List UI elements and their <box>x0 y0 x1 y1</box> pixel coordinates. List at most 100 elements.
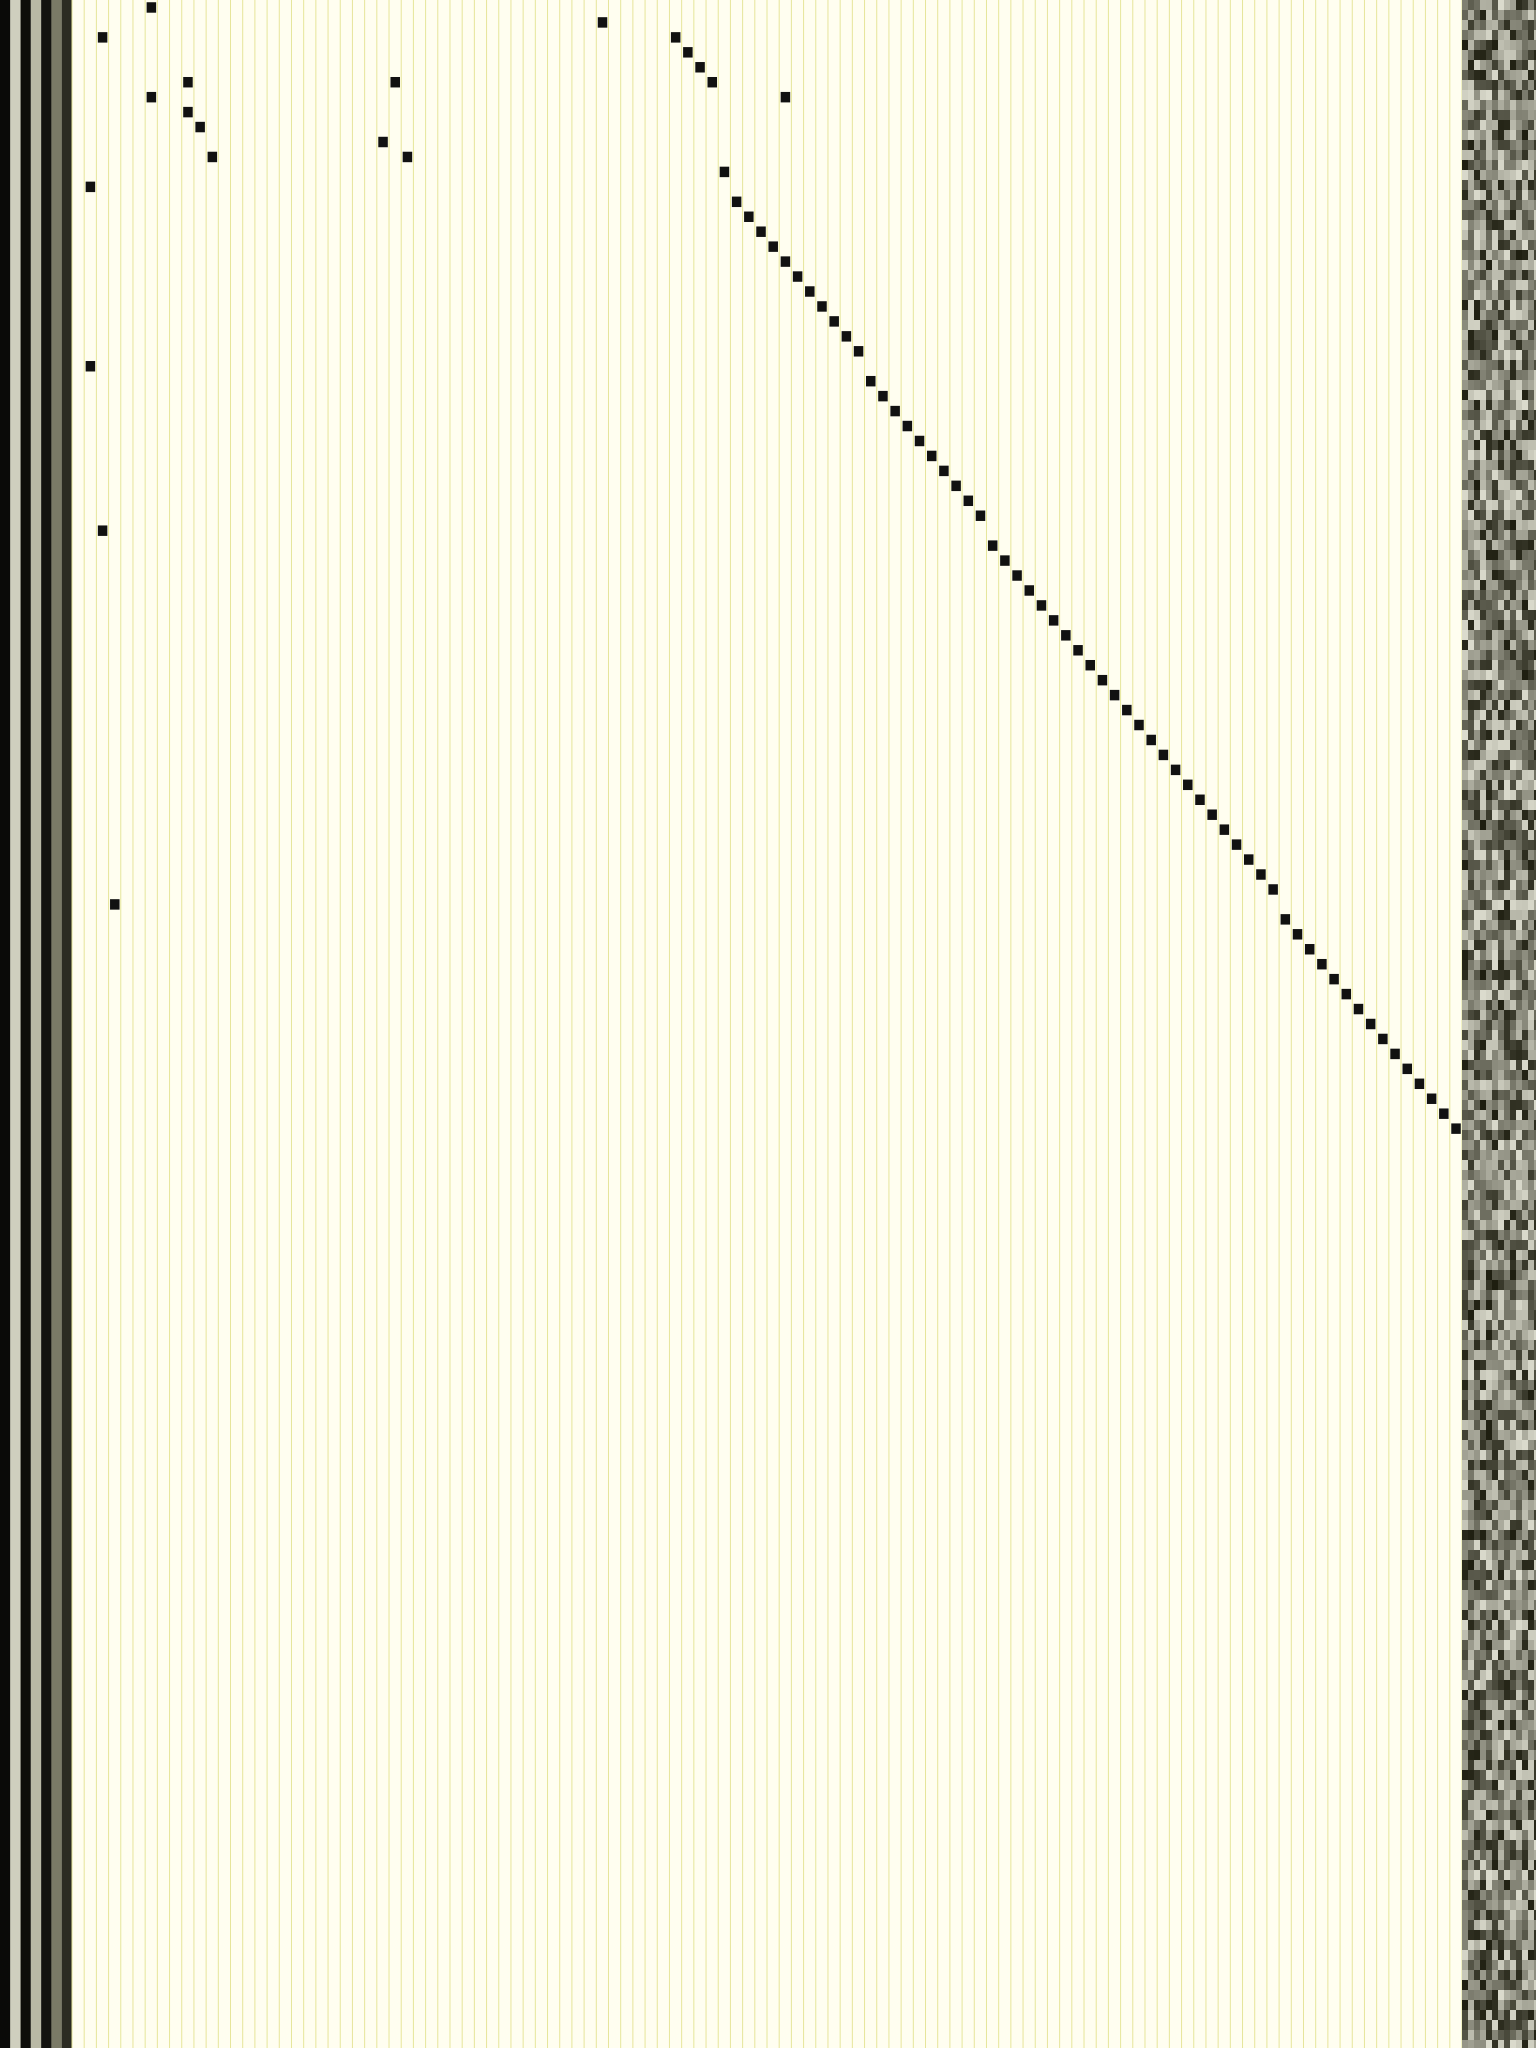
noise-pixel <box>1528 1150 1534 1160</box>
noise-pixel <box>1486 310 1492 320</box>
noise-pixel <box>1528 260 1534 270</box>
noise-pixel <box>1468 0 1474 10</box>
noise-pixel <box>1522 1140 1528 1150</box>
noise-pixel <box>1492 140 1498 150</box>
active-cell <box>756 226 766 237</box>
noise-pixel <box>1504 470 1510 480</box>
noise-pixel <box>1504 1240 1510 1250</box>
noise-pixel <box>1462 1920 1468 1930</box>
noise-pixel <box>1528 620 1534 630</box>
noise-pixel <box>1516 1180 1522 1190</box>
noise-pixel <box>1480 670 1486 680</box>
noise-pixel <box>1528 560 1534 570</box>
noise-pixel <box>1468 140 1474 150</box>
noise-pixel <box>1510 1510 1516 1520</box>
noise-pixel <box>1510 1870 1516 1880</box>
noise-pixel <box>1498 2010 1504 2020</box>
active-cell <box>866 375 876 387</box>
noise-pixel <box>1486 1260 1492 1270</box>
noise-pixel <box>1510 760 1516 770</box>
noise-pixel <box>1492 1850 1498 1860</box>
noise-pixel <box>1510 1890 1516 1900</box>
noise-pixel <box>1474 1030 1480 1040</box>
noise-pixel <box>1486 1000 1492 1010</box>
noise-pixel <box>1492 1670 1498 1680</box>
noise-pixel <box>1498 1590 1504 1600</box>
noise-pixel <box>1474 980 1480 990</box>
noise-pixel <box>1498 1520 1504 1530</box>
noise-pixel <box>1468 1670 1474 1680</box>
noise-pixel <box>1468 430 1474 440</box>
noise-pixel <box>1528 150 1534 160</box>
noise-pixel <box>1492 890 1498 900</box>
noise-pixel <box>1474 1100 1480 1110</box>
noise-pixel <box>1480 330 1486 340</box>
noise-pixel <box>1486 1900 1492 1910</box>
noise-pixel <box>1468 1810 1474 1820</box>
noise-pixel <box>1486 700 1492 710</box>
noise-pixel <box>1474 1910 1480 1920</box>
noise-pixel <box>1474 1970 1480 1980</box>
noise-pixel <box>1504 240 1510 250</box>
noise-pixel <box>1480 1740 1486 1750</box>
noise-pixel <box>1468 2040 1474 2048</box>
noise-pixel <box>1522 850 1528 860</box>
noise-pixel <box>1480 790 1486 800</box>
noise-pixel <box>1498 330 1504 340</box>
active-cell <box>670 32 681 43</box>
noise-pixel <box>1480 170 1486 180</box>
noise-pixel <box>1468 410 1474 420</box>
noise-pixel <box>1474 1220 1480 1230</box>
noise-pixel <box>1492 260 1498 270</box>
noise-pixel <box>1474 560 1480 570</box>
noise-pixel <box>1474 1570 1480 1580</box>
noise-pixel <box>1474 1680 1480 1690</box>
noise-pixel <box>1474 960 1480 970</box>
noise-pixel <box>1462 1050 1468 1060</box>
noise-pixel <box>1528 690 1534 700</box>
noise-pixel <box>1480 780 1486 790</box>
noise-pixel <box>1528 1020 1534 1030</box>
noise-pixel <box>1486 2030 1492 2040</box>
active-cell <box>1158 749 1169 761</box>
noise-pixel <box>1516 480 1522 490</box>
noise-pixel <box>1486 1990 1492 2000</box>
noise-pixel <box>1504 1670 1510 1680</box>
noise-pixel <box>1516 1840 1522 1850</box>
noise-pixel <box>1522 960 1528 970</box>
noise-pixel <box>1492 870 1498 880</box>
noise-pixel <box>1474 570 1480 580</box>
noise-pixel <box>1498 1930 1504 1940</box>
noise-pixel <box>1528 610 1534 620</box>
noise-pixel <box>1528 1620 1534 1630</box>
noise-pixel <box>1522 700 1528 710</box>
noise-pixel <box>1522 830 1528 840</box>
noise-pixel <box>1504 540 1510 550</box>
noise-pixel <box>1510 520 1516 530</box>
noise-pixel <box>1516 1270 1522 1280</box>
noise-pixel <box>1516 800 1522 810</box>
noise-pixel <box>1528 250 1534 260</box>
noise-pixel <box>1486 440 1492 450</box>
noise-pixel <box>1528 700 1534 710</box>
noise-pixel <box>1468 1870 1474 1880</box>
noise-pixel <box>1486 80 1492 90</box>
noise-pixel <box>1492 370 1498 380</box>
noise-pixel <box>1498 890 1504 900</box>
noise-pixel <box>1468 1430 1474 1440</box>
noise-pixel <box>1516 220 1522 230</box>
noise-pixel <box>1522 1810 1528 1820</box>
noise-pixel <box>1528 1850 1534 1860</box>
noise-pixel <box>1510 1600 1516 1610</box>
noise-pixel <box>1462 1010 1468 1020</box>
noise-pixel <box>1462 820 1468 830</box>
noise-pixel <box>1516 1340 1522 1350</box>
noise-pixel <box>1510 1200 1516 1210</box>
noise-pixel <box>1504 1620 1510 1630</box>
noise-pixel <box>1474 270 1480 280</box>
noise-pixel <box>1486 1120 1492 1130</box>
noise-pixel <box>1474 1360 1480 1370</box>
noise-pixel <box>1492 1810 1498 1820</box>
noise-pixel <box>1522 1190 1528 1200</box>
active-cell <box>1353 1003 1364 1015</box>
